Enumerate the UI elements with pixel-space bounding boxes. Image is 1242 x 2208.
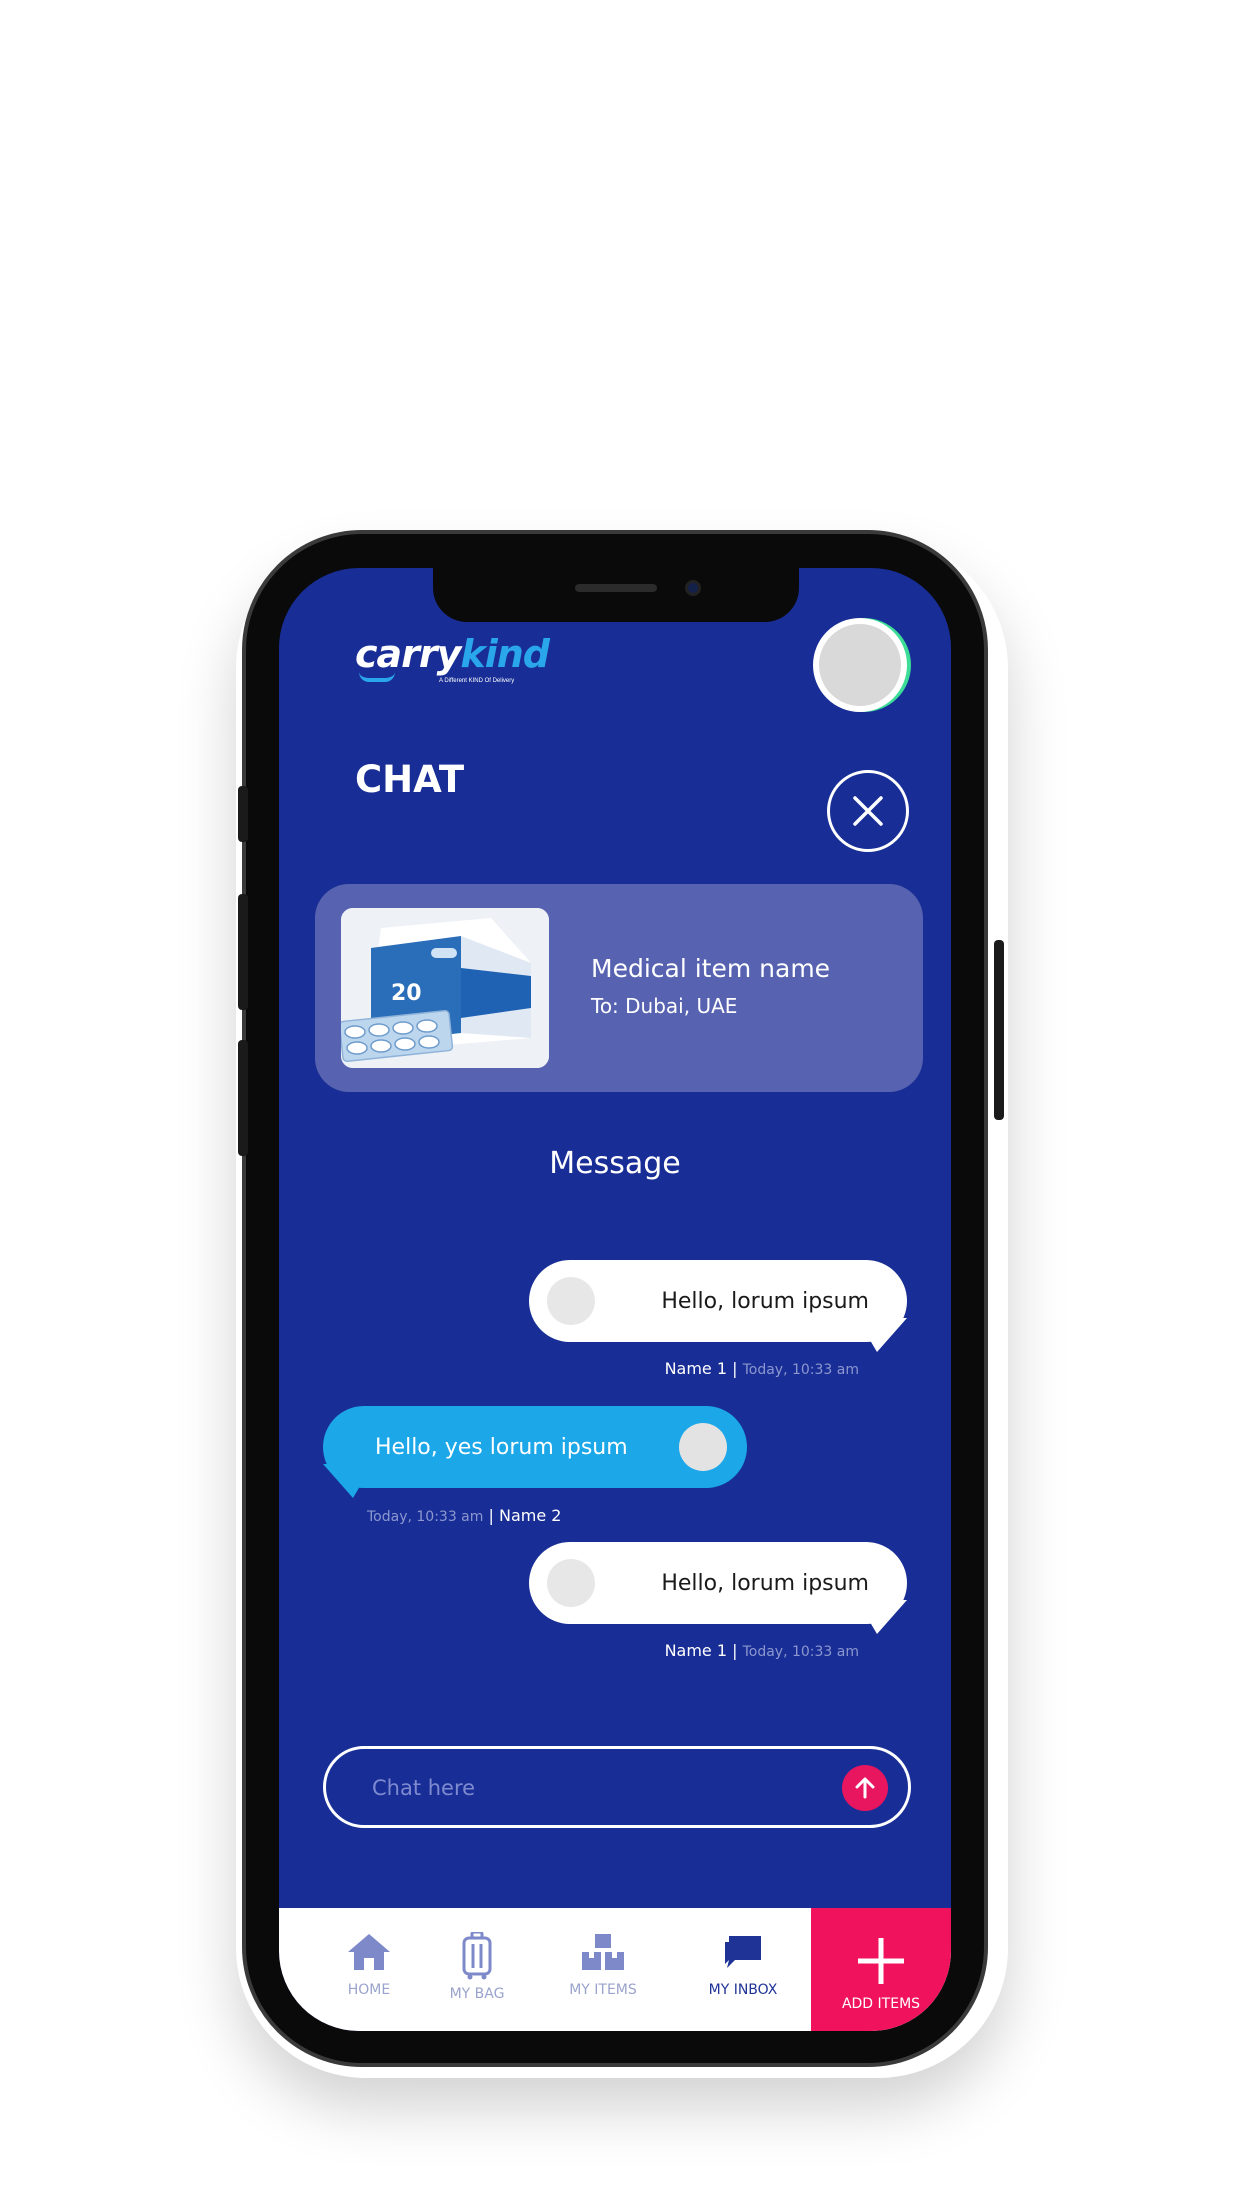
message-sender: Name 1: [664, 1359, 728, 1378]
bubble-tail: [323, 1464, 373, 1498]
message-time: Today, 10:33 am: [367, 1509, 484, 1525]
close-icon: [853, 796, 883, 826]
message-bubble-outgoing[interactable]: Hello, lorum ipsum: [529, 1542, 907, 1624]
message-bubble-incoming[interactable]: Hello, yes lorum ipsum: [323, 1406, 747, 1488]
message-meta: Name 1 | Today, 10:33 am: [664, 1359, 859, 1378]
sender-avatar: [679, 1423, 727, 1471]
message-bubble-outgoing[interactable]: Hello, lorum ipsum: [529, 1260, 907, 1342]
phone-screen: carrykind A Different KIND Of Delivery C…: [279, 568, 951, 2031]
home-icon: [348, 1934, 390, 1970]
volume-up-button: [238, 894, 248, 1010]
power-button: [994, 940, 1004, 1120]
item-name: Medical item name: [591, 954, 831, 983]
nav-label: MY INBOX: [708, 1982, 778, 1998]
logo-swoosh: [359, 672, 395, 682]
chat-input[interactable]: [372, 1769, 812, 1807]
add-items-button[interactable]: ADD ITEMS: [811, 1908, 951, 2031]
sender-avatar: [547, 1559, 595, 1607]
message-text: Hello, lorum ipsum: [661, 1570, 869, 1596]
arrow-up-icon: [855, 1777, 875, 1799]
profile-avatar[interactable]: [813, 618, 907, 712]
message-meta: Today, 10:33 am | Name 2: [367, 1506, 562, 1525]
package-count: 20: [391, 981, 422, 1006]
item-card[interactable]: 20 Medical item name To: Dubai, UAE: [315, 884, 923, 1092]
close-button[interactable]: [827, 770, 909, 852]
message-text: Hello, yes lorum ipsum: [375, 1434, 628, 1460]
bubble-tail: [857, 1318, 907, 1352]
nav-my-items[interactable]: MY ITEMS: [543, 1908, 663, 2031]
messages-heading: Message: [549, 1146, 681, 1181]
message-sender: Name 2: [498, 1506, 562, 1525]
item-thumbnail: 20: [341, 908, 549, 1068]
chat-icon: [725, 1936, 761, 1968]
chat-composer: [323, 1746, 911, 1828]
message-text: Hello, lorum ipsum: [661, 1288, 869, 1314]
nav-label: MY BAG: [449, 1986, 505, 2002]
front-camera: [685, 580, 701, 596]
message-time: Today, 10:33 am: [742, 1362, 859, 1378]
medicine-box-image: 20: [341, 908, 549, 1068]
nav-home[interactable]: HOME: [319, 1908, 419, 2031]
nav-label: MY ITEMS: [569, 1982, 637, 1998]
message-sender: Name 1: [664, 1641, 728, 1660]
mute-switch: [238, 786, 248, 842]
nav-label: HOME: [347, 1982, 391, 1998]
boxes-icon: [582, 1934, 624, 1970]
message-meta: Name 1 | Today, 10:33 am: [664, 1641, 859, 1660]
notch: [433, 568, 799, 622]
plus-icon: [858, 1938, 904, 1984]
sender-avatar: [547, 1277, 595, 1325]
logo-text-kind: kind: [460, 632, 550, 676]
app-logo[interactable]: carrykind: [355, 632, 550, 676]
speaker: [575, 584, 657, 592]
add-items-label: ADD ITEMS: [841, 1996, 921, 2012]
logo-text-carry: carry: [355, 632, 461, 676]
nav-my-inbox[interactable]: MY INBOX: [683, 1908, 803, 2031]
send-button[interactable]: [842, 1765, 888, 1811]
volume-down-button: [238, 1040, 248, 1156]
page-title: CHAT: [355, 758, 465, 801]
message-time: Today, 10:33 am: [742, 1644, 859, 1660]
logo-tagline: A Different KIND Of Delivery: [439, 678, 515, 684]
luggage-icon: [462, 1932, 492, 1980]
bubble-tail: [857, 1600, 907, 1634]
item-destination: To: Dubai, UAE: [591, 994, 738, 1018]
nav-my-bag[interactable]: MY BAG: [427, 1908, 527, 2031]
